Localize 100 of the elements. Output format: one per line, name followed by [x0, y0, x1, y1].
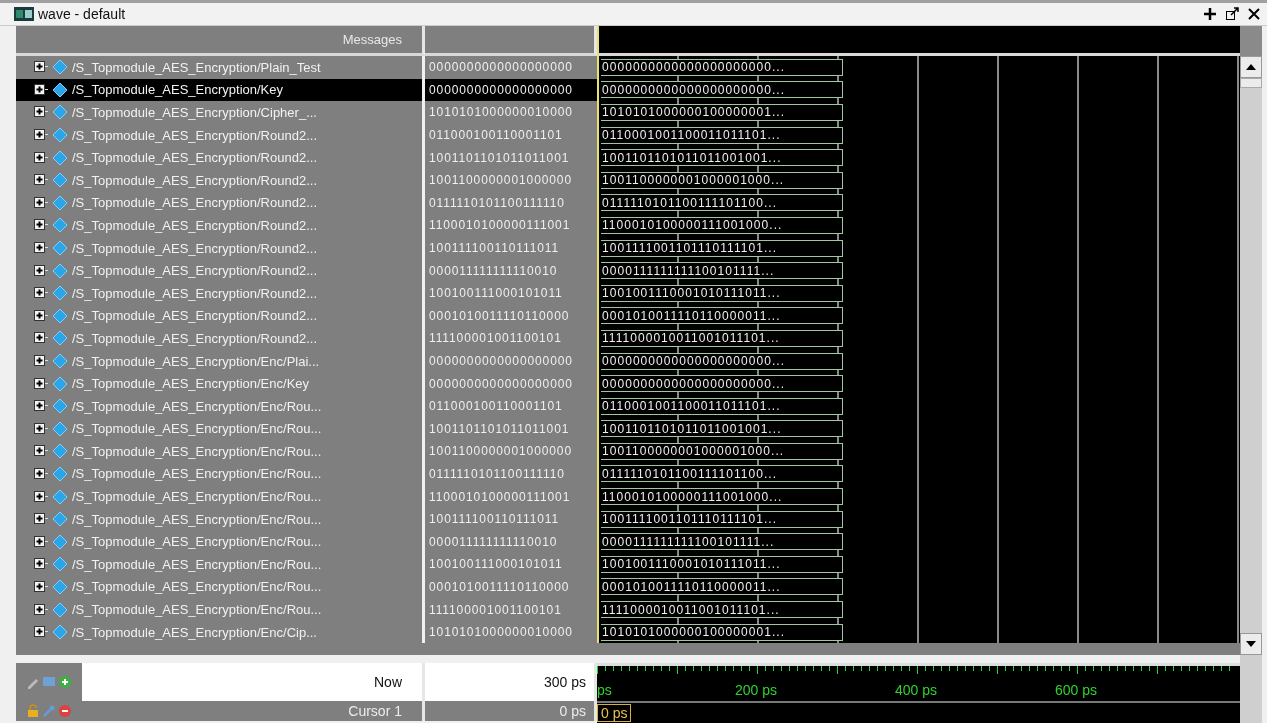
waveform-value: 1001101101011011001001...: [602, 150, 782, 165]
undock-icon[interactable]: [1223, 5, 1241, 23]
expand-icon[interactable]: [34, 287, 48, 300]
expand-icon[interactable]: [34, 468, 48, 480]
expand-icon[interactable]: [34, 580, 48, 593]
waveform-value: 1111000010011001011101...: [602, 602, 780, 617]
waveform-value: 1010101000000100000001...: [602, 105, 786, 120]
expand-icon[interactable]: [34, 603, 48, 616]
expand-icon[interactable]: [34, 242, 48, 255]
signal-value: 011000100110001101: [429, 399, 563, 414]
scrollbar-corner: [1240, 655, 1262, 723]
expand-icon[interactable]: [34, 490, 48, 503]
diamond-icon: [52, 420, 68, 437]
expand-icon[interactable]: [34, 558, 48, 571]
signal-name-cell[interactable]: /S_Topmodule_AES_Encryption/Key: [16, 78, 425, 102]
diamond-icon: [52, 556, 68, 573]
scroll-down-button[interactable]: [1240, 633, 1262, 655]
scroll-up-button[interactable]: [1240, 56, 1262, 78]
signal-value: 1001100000001000000: [429, 173, 572, 188]
signal-name: /S_Topmodule_AES_Encryption/Enc/Rou...: [72, 511, 322, 527]
cursor-marker[interactable]: 0 ps: [597, 704, 632, 722]
expand-icon[interactable]: [34, 332, 48, 345]
diamond-icon: [52, 307, 68, 324]
expand-icon[interactable]: [34, 61, 48, 74]
waveform-value: 1001001110001010111011...: [602, 557, 781, 572]
signal-name: /S_Topmodule_AES_Encryption/Enc/Cip...: [72, 624, 317, 640]
signal-name: /S_Topmodule_AES_Encryption/Plain_Test: [72, 59, 321, 75]
waveform-value: 1001100000001000001000...: [602, 444, 785, 459]
signal-name: /S_Topmodule_AES_Encryption/Round2...: [72, 150, 317, 166]
expand-icon[interactable]: [34, 129, 48, 142]
diamond-icon: [52, 194, 68, 211]
diamond-icon: [52, 466, 68, 482]
expand-icon[interactable]: [34, 535, 48, 548]
vertical-scrollbar[interactable]: [1240, 26, 1262, 655]
signal-name: /S_Topmodule_AES_Encryption/Enc/Rou...: [72, 534, 322, 550]
signal-name: /S_Topmodule_AES_Encryption/Enc/Plai...: [72, 353, 320, 369]
diamond-icon: [52, 104, 68, 121]
waveform-value: 0000000000000000000000...: [602, 354, 786, 368]
diamond-icon: [52, 443, 68, 460]
expand-icon[interactable]: [34, 355, 48, 367]
expand-icon[interactable]: [34, 400, 48, 413]
expand-icon[interactable]: [34, 422, 48, 435]
signal-name: /S_Topmodule_AES_Encryption/Round2...: [72, 285, 317, 301]
signal-name: /S_Topmodule_AES_Encryption/Round2...: [72, 172, 317, 188]
waveform-value: 0000111111111100101111...: [602, 263, 775, 278]
signal-name: /S_Topmodule_AES_Encryption/Round2...: [72, 308, 317, 324]
expand-icon[interactable]: [34, 106, 48, 119]
expand-icon[interactable]: [34, 83, 48, 96]
signal-value: 100100111000101011: [429, 286, 563, 301]
signal-name: /S_Topmodule_AES_Encryption/Enc/Rou...: [72, 556, 322, 572]
waveform-value: 0111110101100111101100...: [602, 195, 778, 210]
signal-name: /S_Topmodule_AES_Encryption/Round2...: [72, 263, 317, 279]
signal-value: 111100001001100101: [429, 331, 562, 346]
waveform-value: 1001001110001010111011...: [602, 286, 781, 301]
expand-icon[interactable]: [34, 626, 48, 639]
expand-icon[interactable]: [34, 196, 48, 209]
down-arrow-icon: [1246, 641, 1256, 647]
expand-icon[interactable]: [34, 219, 48, 232]
scroll-thumb[interactable]: [1240, 78, 1262, 88]
plus-circle-icon[interactable]: [58, 675, 72, 689]
now-label: Now: [374, 674, 402, 690]
signal-value: 011000100110001101: [429, 128, 563, 143]
signal-name: /S_Topmodule_AES_Encryption/Round2...: [72, 330, 317, 346]
diamond-icon: [52, 488, 68, 505]
diamond-icon: [52, 59, 68, 76]
diamond-icon: [52, 398, 68, 415]
expand-icon[interactable]: [34, 174, 48, 187]
diamond-icon: [52, 262, 68, 279]
waveform-value: 1001111001101110111101...: [602, 241, 778, 256]
waveform-value: 1111000010011001011101...: [602, 331, 780, 346]
waveform-value: 1100010100000111001000...: [602, 218, 783, 233]
cursor-label: Cursor 1: [348, 703, 402, 719]
signal-name: /S_Topmodule_AES_Encryption/Round2...: [72, 195, 317, 211]
expand-icon[interactable]: [34, 513, 48, 526]
waveform-value: 0001010011110110000011...: [602, 308, 781, 323]
expand-icon[interactable]: [34, 377, 48, 390]
waveform-value: 0110001001100011011101...: [602, 399, 781, 414]
signal-value: 1100010100000111001: [429, 489, 571, 504]
signal-value: 111100001001100101: [429, 602, 562, 617]
signal-value: 0000000000000000000: [429, 354, 573, 368]
signal-value: 1010101000000010000: [429, 625, 573, 640]
minus-circle-icon[interactable]: [58, 704, 72, 718]
signal-value: 1001100000001000000: [429, 444, 572, 459]
diamond-icon: [52, 533, 68, 550]
signal-name: /S_Topmodule_AES_Encryption/Round2...: [72, 217, 317, 233]
signal-name: /S_Topmodule_AES_Encryption/Round2...: [72, 240, 317, 256]
plus-icon[interactable]: [1201, 5, 1219, 23]
cursor-value: 0 ps: [425, 701, 597, 721]
expand-icon[interactable]: [34, 151, 48, 164]
signal-value: 0000000000000000000: [429, 60, 573, 75]
time-label: 600 ps: [1055, 682, 1098, 698]
expand-icon[interactable]: [34, 309, 48, 322]
window-title: wave - default: [38, 6, 127, 22]
signal-name: /S_Topmodule_AES_Encryption/Enc/Rou...: [72, 443, 322, 459]
waveform-value: 1001111001101110111101...: [602, 512, 778, 527]
signal-value: 0111110101100111110: [429, 467, 565, 481]
expand-icon[interactable]: [34, 445, 48, 458]
diamond-icon: [52, 127, 68, 144]
waveform-value: 1001101101011011001001...: [602, 421, 782, 436]
expand-icon[interactable]: [34, 264, 48, 277]
